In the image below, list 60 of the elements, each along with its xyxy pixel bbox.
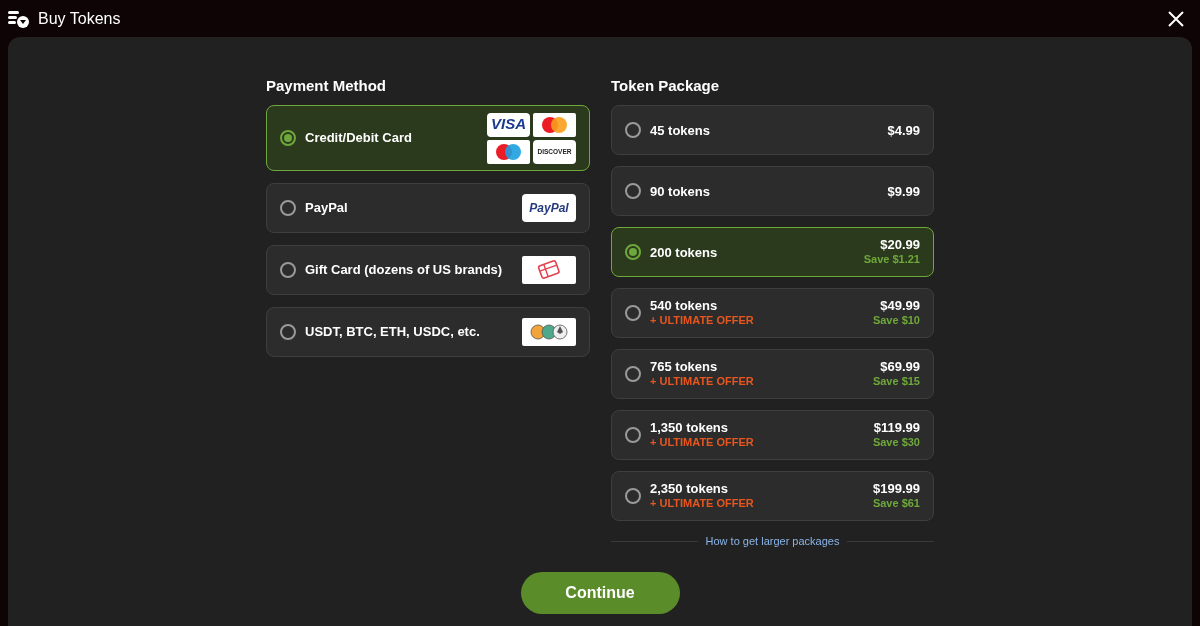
radio-button[interactable] [625,427,641,443]
gift-card-icon [522,256,576,284]
token-package-option[interactable]: 200 tokens $20.99 Save $1.21 [611,227,934,277]
price: $49.99 [880,298,920,313]
token-package-option[interactable]: 1,350 tokens + ULTIMATE OFFER $119.99 Save $30 [611,410,934,460]
token-amount: 45 tokens [650,122,710,138]
payment-option[interactable]: Gift Card (dozens of US brands) [266,245,590,295]
larger-packages-link[interactable]: How to get larger packages [705,533,840,550]
token-amount: 1,350 tokens [650,420,730,435]
price: $20.99 [880,237,920,252]
radio-button[interactable] [625,244,641,260]
option-label: Credit/Debit Card [305,129,412,148]
close-icon [1167,9,1185,28]
token-package-option[interactable]: 45 tokens $4.99 [611,105,934,155]
radio-button[interactable] [625,488,641,504]
price: $9.99 [887,183,920,199]
savings-label: Save $1.21 [863,252,920,267]
savings-label: Save $10 [872,313,920,328]
mastercard-logo [533,112,576,137]
crypto-coins-icon [522,318,576,346]
option-label: USDT, BTC, ETH, USDC, etc. [305,323,480,342]
token-package-option[interactable]: 2,350 tokens + ULTIMATE OFFER $199.99 Save $61 [611,471,934,521]
token-package-option[interactable]: 765 tokens + ULTIMATE OFFER $69.99 Save $15 [611,349,934,399]
option-label: PayPal [305,199,348,218]
radio-button[interactable] [625,305,641,321]
price: $4.99 [887,122,920,138]
section-heading: Payment Method [266,76,387,93]
radio-button[interactable] [625,183,641,199]
option-label: Gift Card (dozens of US brands) [305,261,503,280]
price: $69.99 [880,359,920,374]
savings-label: Save $15 [872,374,920,389]
radio-button[interactable] [280,324,296,340]
price: $119.99 [873,420,920,435]
savings-label: Save $30 [872,435,920,450]
payment-option[interactable]: PayPal PayPal [266,183,590,233]
offer-label: + ULTIMATE OFFER [650,435,754,450]
token-amount: 540 tokens [650,298,719,313]
token-amount: 90 tokens [650,183,710,199]
visa-logo: VISA [487,112,530,137]
payment-option[interactable]: USDT, BTC, ETH, USDC, etc. [266,307,590,357]
token-amount: 765 tokens [650,359,719,374]
token-package-option[interactable]: 540 tokens + ULTIMATE OFFER $49.99 Save $10 [611,288,934,338]
token-amount: 2,350 tokens [650,481,730,496]
offer-label: + ULTIMATE OFFER [650,313,754,328]
continue-button[interactable]: Continue [520,571,680,614]
offer-label: + ULTIMATE OFFER [650,496,754,511]
radio-button[interactable] [625,366,641,382]
radio-button[interactable] [280,130,296,146]
token-package-option[interactable]: 90 tokens $9.99 [611,166,934,216]
maestro-logo [487,139,530,164]
offer-label: + ULTIMATE OFFER [650,374,754,389]
section-heading: Token Package [611,76,721,93]
radio-button[interactable] [280,200,296,216]
token-amount: 200 tokens [650,244,718,260]
savings-label: Save $61 [872,496,920,511]
price: $199.99 [873,481,920,496]
paypal-logo: PayPal [522,194,576,222]
window-title: Buy Tokens [38,8,121,29]
radio-button[interactable] [280,262,296,278]
radio-button[interactable] [625,122,641,138]
